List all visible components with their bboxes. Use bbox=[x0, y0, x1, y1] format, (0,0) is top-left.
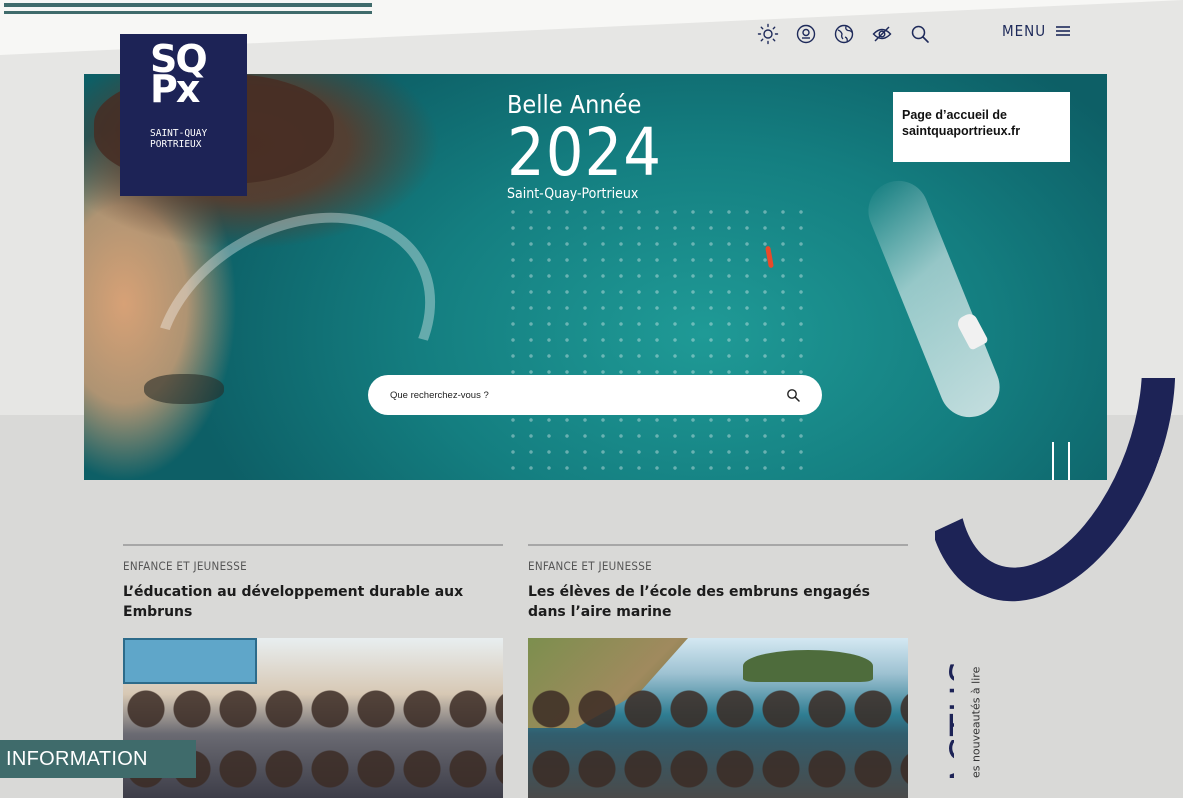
news-card[interactable]: ENFANCE ET JEUNESSE L’éducation au dével… bbox=[123, 544, 503, 798]
students bbox=[528, 688, 908, 798]
hero-year: 2024 bbox=[507, 114, 663, 191]
swimmers bbox=[504, 204, 804, 474]
card-category: ENFANCE ET JEUNESSE bbox=[123, 559, 247, 573]
actus-heading: ACTUS bbox=[926, 656, 954, 778]
language-globe-icon bbox=[834, 24, 854, 44]
brightness-icon bbox=[757, 23, 779, 45]
search-bar bbox=[368, 375, 822, 415]
logo-name-line2: PORTRIEUX bbox=[150, 139, 202, 150]
search-input[interactable] bbox=[388, 388, 786, 402]
top-rule bbox=[4, 3, 372, 7]
search-toggle[interactable] bbox=[908, 22, 932, 46]
navy-swoosh bbox=[935, 378, 1183, 618]
card-image[interactable] bbox=[528, 638, 908, 798]
actus-heading-text: ACTUS bbox=[943, 658, 954, 778]
caption-callout: Page d’accueil de saintquaportrieux.fr bbox=[893, 92, 1070, 162]
actus-subtitle: Des nouveautés à lire bbox=[966, 660, 981, 778]
card-title[interactable]: Les élèves de l’école des embruns engagé… bbox=[528, 582, 908, 622]
hero-title: Belle Année 2024 Saint-Quay-Portrieux bbox=[507, 90, 662, 202]
card-title[interactable]: L’éducation au développement durable aux… bbox=[123, 582, 503, 622]
logo-name-line1: SAINT-QUAY bbox=[150, 128, 208, 139]
hide-eye-icon bbox=[872, 26, 892, 42]
top-rule-thin bbox=[4, 11, 372, 14]
menu-label: MENU bbox=[1002, 22, 1047, 40]
news-card[interactable]: ENFANCE ET JEUNESSE Les élèves de l’écol… bbox=[528, 544, 908, 798]
logo-name: SAINT-QUAY PORTRIEUX bbox=[150, 128, 207, 150]
wave bbox=[109, 163, 479, 480]
accessibility-icon bbox=[796, 24, 816, 44]
card-divider bbox=[528, 544, 908, 546]
card-category: ENFANCE ET JEUNESSE bbox=[528, 559, 652, 573]
logo-mark: SQPx bbox=[150, 37, 208, 111]
brightness-toggle[interactable] bbox=[756, 22, 780, 46]
actus-subtitle-text: Des nouveautés à lire bbox=[969, 666, 981, 778]
caption-line1: Page d’accueil de bbox=[902, 108, 1007, 122]
language-button[interactable] bbox=[832, 22, 856, 46]
swoosh-shape bbox=[935, 378, 1183, 618]
card-divider bbox=[123, 544, 503, 546]
island bbox=[743, 650, 873, 682]
classroom-map bbox=[123, 638, 257, 684]
site-logo[interactable]: SQPx SAINT-QUAY PORTRIEUX bbox=[120, 34, 247, 196]
search-icon bbox=[911, 25, 929, 43]
search-submit-icon[interactable] bbox=[786, 388, 800, 402]
accessibility-button[interactable] bbox=[794, 22, 818, 46]
hide-visibility-button[interactable] bbox=[870, 22, 894, 46]
information-tag: INFORMATION bbox=[0, 740, 196, 778]
caption-line2: saintquaportrieux.fr bbox=[902, 124, 1021, 138]
hamburger-icon bbox=[1056, 26, 1071, 36]
menu-button[interactable]: MENU bbox=[1002, 22, 1071, 40]
header-toolbar bbox=[756, 22, 946, 46]
